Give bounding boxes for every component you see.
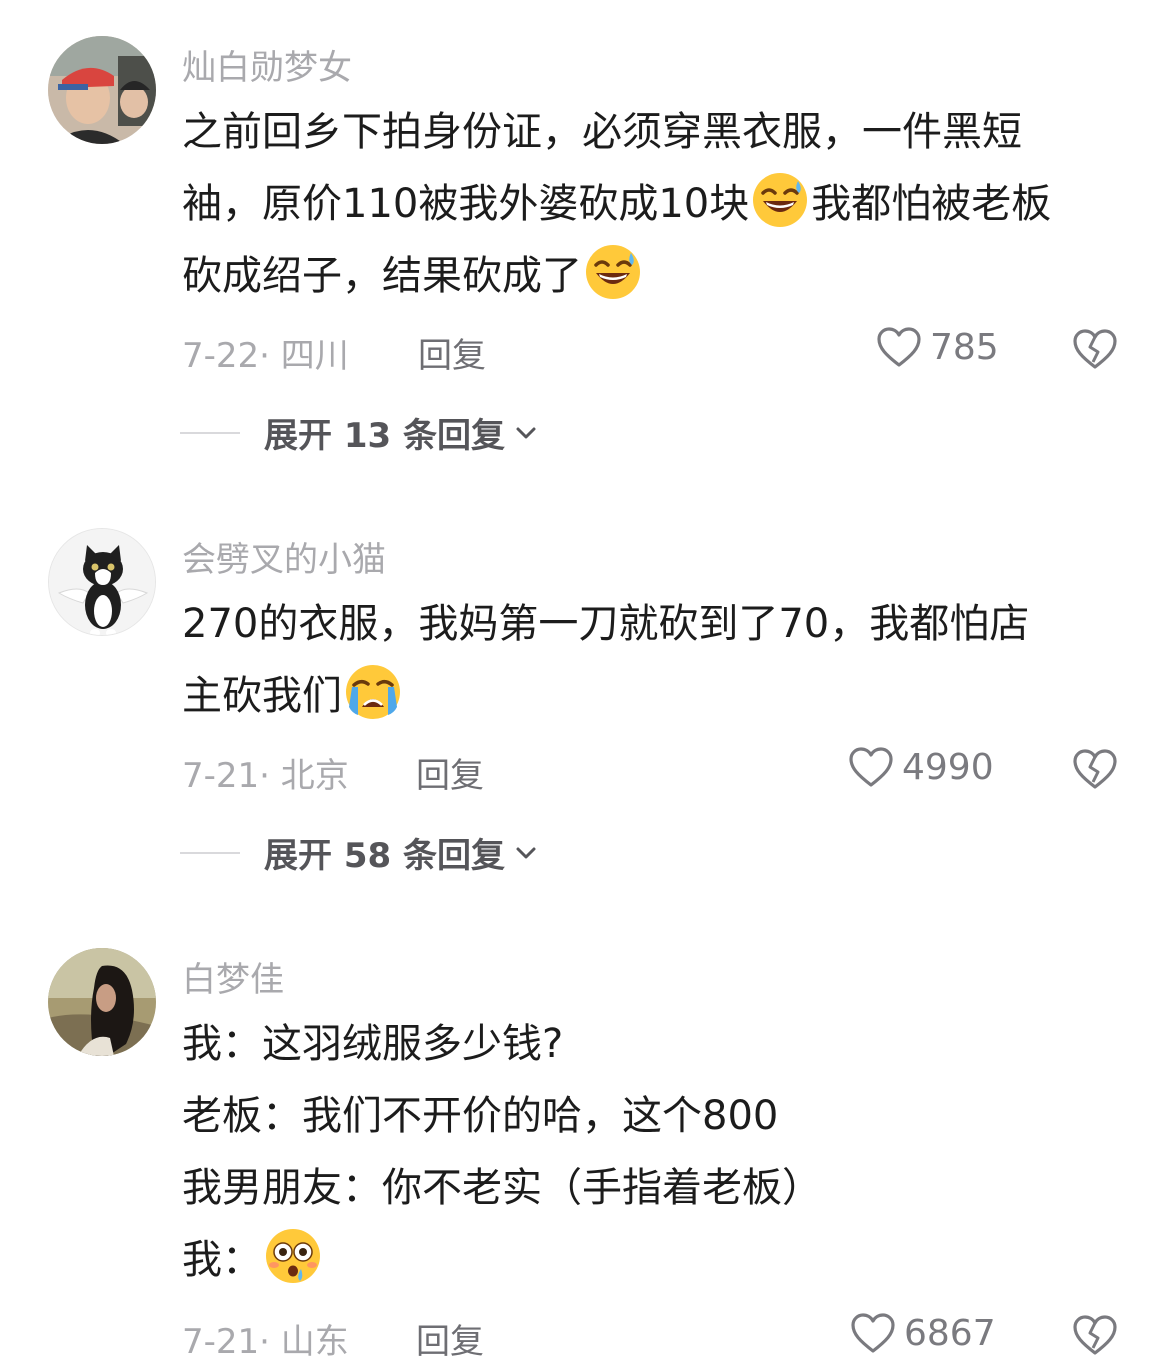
comment-line: 砍成绍子，结果砍成了 (182, 240, 1117, 312)
heart-outline-icon (851, 1313, 895, 1353)
text-segment: 袖，原价110被我外婆砍成10块 (182, 181, 750, 227)
avatar[interactable] (48, 528, 156, 636)
like-count: 4990 (902, 746, 994, 788)
heart-outline-icon (849, 747, 893, 787)
broken-heart-icon (1073, 329, 1117, 369)
expand-replies-label: 展开 13 条回复 (264, 416, 505, 456)
chevron-down-icon (516, 427, 536, 438)
comment-line: 我男朋友：你不老实（手指着老板） (182, 1152, 1117, 1224)
cat-avatar-icon (49, 529, 155, 635)
grinning-sweat-emoji (751, 171, 809, 229)
text-segment: 砍成绍子，结果砍成了 (182, 253, 582, 299)
grinning-sweat-emoji (584, 243, 642, 301)
heart-outline-icon (877, 327, 921, 367)
broken-heart-icon (1073, 749, 1117, 789)
avatar[interactable] (48, 948, 156, 1056)
comment-text: 我：这羽绒服多少钱? 老板：我们不开价的哈，这个800 我男朋友：你不老实（手指… (182, 1008, 1117, 1296)
like-count: 6867 (904, 1312, 996, 1354)
text-segment: 我男朋友：你不老实（手指着老板） (182, 1165, 822, 1211)
comment-line: 之前回乡下拍身份证，必须穿黑衣服，一件黑短 (182, 96, 1117, 168)
avatar-photo-icon (48, 948, 156, 1056)
dislike-button[interactable] (1072, 328, 1118, 370)
text-segment: 我都怕被老板 (811, 181, 1052, 227)
like-button[interactable]: 6867 (850, 1312, 996, 1354)
text-segment: 老板：我们不开价的哈，这个800 (182, 1093, 779, 1139)
reply-button[interactable]: 回复 (416, 748, 484, 797)
reply-button[interactable]: 回复 (416, 1314, 484, 1363)
avatar[interactable] (48, 36, 156, 144)
text-segment: 270的衣服，我妈第一刀就砍到了70，我都怕店 (182, 601, 1030, 647)
text-segment: 我： (182, 1237, 262, 1283)
date-location: 7-22· 四川 (182, 336, 349, 376)
comment-text: 之前回乡下拍身份证，必须穿黑衣服，一件黑短 袖，原价110被我外婆砍成10块 我… (182, 96, 1117, 312)
avatar-photo-icon (48, 36, 156, 144)
date-location: 7-21· 山东 (182, 1322, 349, 1362)
chevron-down-icon (516, 847, 536, 858)
like-count: 785 (930, 326, 999, 368)
comment-line: 我： (182, 1224, 1117, 1296)
like-button[interactable]: 4990 (848, 746, 994, 788)
comment-text: 270的衣服，我妈第一刀就砍到了70，我都怕店 主砍我们 (182, 588, 1117, 732)
reply-button[interactable]: 回复 (418, 328, 486, 377)
expand-replies-label: 展开 58 条回复 (264, 836, 505, 876)
comment-line: 主砍我们 (182, 660, 1117, 732)
text-segment: 之前回乡下拍身份证，必须穿黑衣服，一件黑短 (182, 109, 1022, 155)
username[interactable]: 白梦佳 (182, 952, 284, 1001)
expand-replies-button[interactable]: 展开 13 条回复 (180, 408, 537, 457)
like-button[interactable]: 785 (876, 326, 999, 368)
username[interactable]: 会劈叉的小猫 (182, 532, 386, 581)
comment-line: 我：这羽绒服多少钱? (182, 1008, 1117, 1080)
flushed-emoji (264, 1227, 322, 1285)
divider (180, 431, 240, 434)
username[interactable]: 灿白勋梦女 (182, 40, 352, 89)
divider (180, 851, 240, 854)
text-segment: 我：这羽绒服多少钱? (182, 1021, 564, 1067)
expand-replies-button[interactable]: 展开 58 条回复 (180, 828, 537, 877)
dislike-button[interactable] (1072, 1314, 1118, 1356)
comment-line: 袖，原价110被我外婆砍成10块 我都怕被老板 (182, 168, 1117, 240)
comment-line: 270的衣服，我妈第一刀就砍到了70，我都怕店 (182, 588, 1117, 660)
broken-heart-icon (1073, 1315, 1117, 1355)
date-location: 7-21· 北京 (182, 756, 349, 796)
text-segment: 主砍我们 (182, 673, 342, 719)
loudly-crying-emoji (344, 663, 402, 721)
dislike-button[interactable] (1072, 748, 1118, 790)
comment-line: 老板：我们不开价的哈，这个800 (182, 1080, 1117, 1152)
